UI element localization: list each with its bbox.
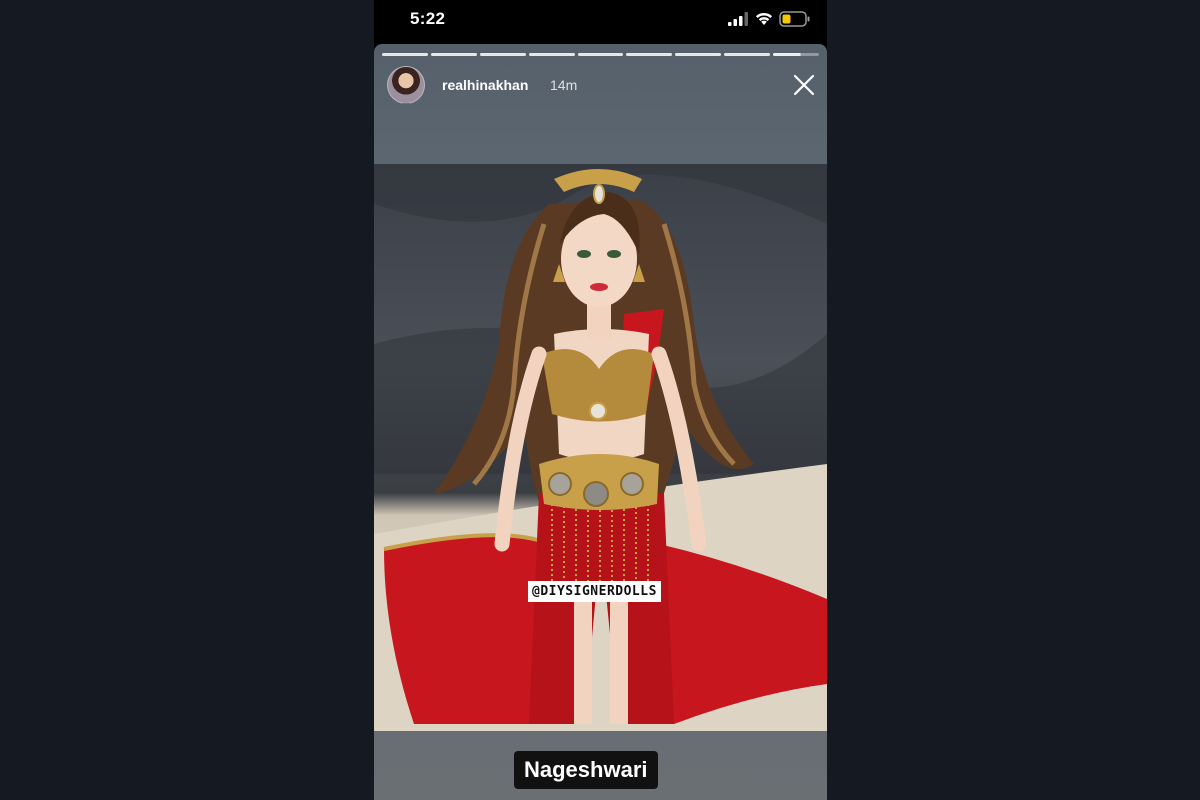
doll-illustration — [374, 164, 827, 731]
cellular-signal-icon — [728, 12, 748, 26]
story-username[interactable]: realhinakhan — [442, 77, 528, 93]
progress-segment — [479, 53, 526, 56]
wifi-icon — [756, 12, 772, 25]
battery-low-icon — [779, 11, 810, 27]
avatar[interactable] — [387, 66, 425, 104]
phone-screen: 5:22 realhinakhan 14m @DIYSIGNERDOLLS Na… — [374, 0, 827, 800]
progress-segment — [577, 53, 624, 56]
status-time: 5:22 — [410, 9, 446, 28]
progress-segment — [675, 53, 722, 56]
progress-segment — [528, 53, 575, 56]
progress-segment — [724, 53, 771, 56]
close-icon[interactable] — [792, 73, 816, 97]
progress-segment — [626, 53, 673, 56]
story-viewer[interactable]: realhinakhan 14m @DIYSIGNERDOLLS Nageshw… — [374, 44, 827, 800]
status-bar: 5:22 — [374, 0, 827, 44]
story-header: realhinakhan 14m — [387, 66, 817, 106]
progress-segment-current — [773, 53, 820, 56]
caption-sticker: Nageshwari — [514, 751, 658, 789]
story-timestamp: 14m — [550, 77, 578, 93]
story-progress-bar — [382, 53, 820, 56]
progress-segment — [382, 53, 428, 56]
story-photo: @DIYSIGNERDOLLS — [374, 164, 827, 731]
progress-segment — [430, 53, 477, 56]
photo-watermark: @DIYSIGNERDOLLS — [528, 581, 661, 602]
